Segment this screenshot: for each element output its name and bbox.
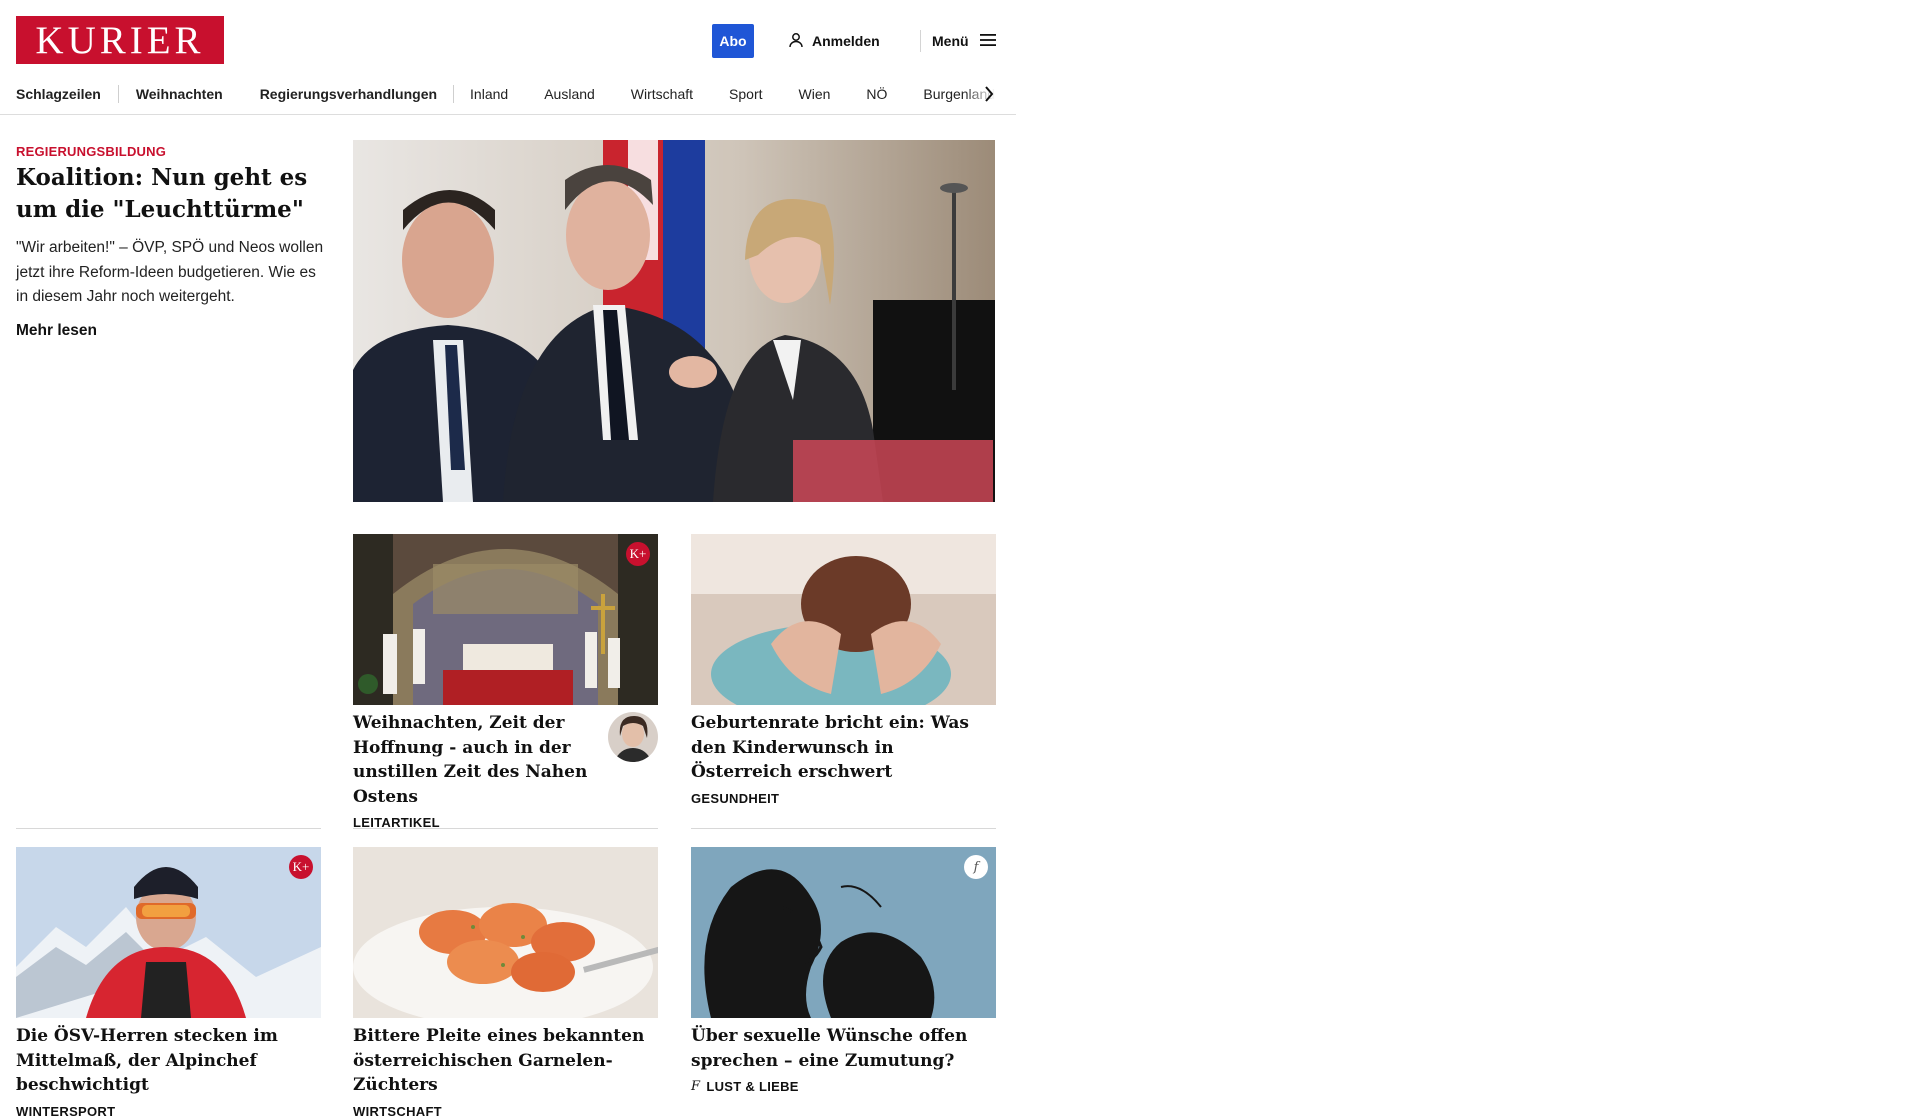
article-card-wirtschaft: Bittere Pleite eines bekannten ös­terrei…: [353, 847, 658, 1119]
nav-item-inland[interactable]: Inland: [470, 86, 508, 102]
abo-button[interactable]: Abo: [712, 24, 754, 58]
f-logo-icon: f: [691, 1079, 701, 1094]
skier-image[interactable]: K+: [16, 847, 321, 1018]
site-container: KURIER Abo Anmelden Menü Schlagzeilen We…: [0, 0, 1016, 1119]
page: KURIER Abo Anmelden Menü Schlagzeilen We…: [0, 0, 1920, 1119]
nav-item-noe[interactable]: NÖ: [866, 86, 887, 102]
nav-track: Schlagzeilen Weihnachten Regierungsverha…: [16, 74, 995, 114]
section-divider: [691, 828, 996, 829]
f-badge-icon: f: [964, 855, 988, 879]
shrimp-image[interactable]: [353, 847, 658, 1018]
menu-label: Menü: [932, 33, 969, 49]
card-kicker: GESUNDHEIT: [691, 790, 780, 806]
article-card-lust-liebe: f Über sexuelle Wünsche offen spre­chen …: [691, 847, 996, 1094]
card-headline[interactable]: Die ÖSV-Herren stecken im Mittel­maß, de…: [16, 1024, 321, 1098]
kplus-badge-icon: K+: [289, 855, 313, 879]
card-kicker-label: LUST & LIEBE: [706, 1079, 799, 1094]
card-headline[interactable]: Geburtenrate bricht ein: Was den Kinderw…: [691, 711, 996, 785]
nav-item-ausland[interactable]: Ausland: [544, 86, 595, 102]
nav-separator: [453, 85, 455, 103]
lead-headline[interactable]: Koalition: Nun geht es um die "Leuchttür…: [16, 162, 326, 226]
lead-kicker: REGIERUNGSBILDUNG: [16, 144, 167, 159]
kplus-badge-icon: K+: [626, 542, 650, 566]
lead-teaser: "Wir arbeiten!" – ÖVP, SPÖ und Neos woll…: [16, 239, 324, 305]
section-divider: [16, 828, 321, 829]
login-button[interactable]: Anmelden: [788, 24, 880, 58]
article-card-gesundheit: Geburtenrate bricht ein: Was den Kinderw…: [691, 534, 996, 806]
chevron-right-icon[interactable]: [978, 82, 1000, 106]
card-kicker: WINTERSPORT: [16, 1103, 116, 1119]
card-headline[interactable]: Bittere Pleite eines bekannten ös­terrei…: [353, 1024, 658, 1098]
card-headline[interactable]: Weihnachten, Zeit der Hoff­nung - auch i…: [353, 711, 603, 809]
user-icon: [788, 32, 804, 51]
header-divider: [920, 30, 921, 52]
church-image[interactable]: K+: [353, 534, 658, 705]
login-label: Anmelden: [812, 33, 880, 49]
hamburger-icon: [979, 33, 997, 50]
nav-item-wien[interactable]: Wien: [799, 86, 831, 102]
section-nav: Schlagzeilen Weihnachten Regierungsverha…: [0, 74, 1016, 115]
site-header: KURIER Abo Anmelden Menü: [0, 0, 1016, 74]
couple-illustration-image[interactable]: f: [691, 847, 996, 1018]
nav-item-weihnachten[interactable]: Weihnachten: [136, 86, 223, 102]
read-more-link[interactable]: Mehr lesen: [16, 322, 97, 340]
nav-item-wirtschaft[interactable]: Wirtschaft: [631, 86, 693, 102]
card-kicker: WIRTSCHAFT: [353, 1103, 442, 1119]
nav-separator: [117, 85, 119, 103]
lead-image[interactable]: [353, 140, 995, 502]
card-headline[interactable]: Über sexuelle Wünsche offen spre­chen – …: [691, 1024, 996, 1073]
nav-item-sport[interactable]: Sport: [729, 86, 762, 102]
nav-item-schlagzeilen[interactable]: Schlagzeilen: [16, 86, 101, 102]
article-card-wintersport: K+ Die ÖSV-Herren stecken im Mittel­maß,…: [16, 847, 321, 1119]
article-card-leitartikel: K+ Weihnachten, Zeit der Hoff­nung - auc…: [353, 534, 658, 830]
author-avatar: [608, 712, 658, 762]
nav-item-regierungsverhandlungen[interactable]: Regierungsverhandlungen: [260, 86, 437, 102]
menu-button[interactable]: Menü: [932, 24, 997, 58]
kurier-logo[interactable]: KURIER: [16, 16, 224, 64]
section-divider: [353, 828, 658, 829]
card-kicker: f LUST & LIEBE: [691, 1079, 996, 1094]
baby-image[interactable]: [691, 534, 996, 705]
